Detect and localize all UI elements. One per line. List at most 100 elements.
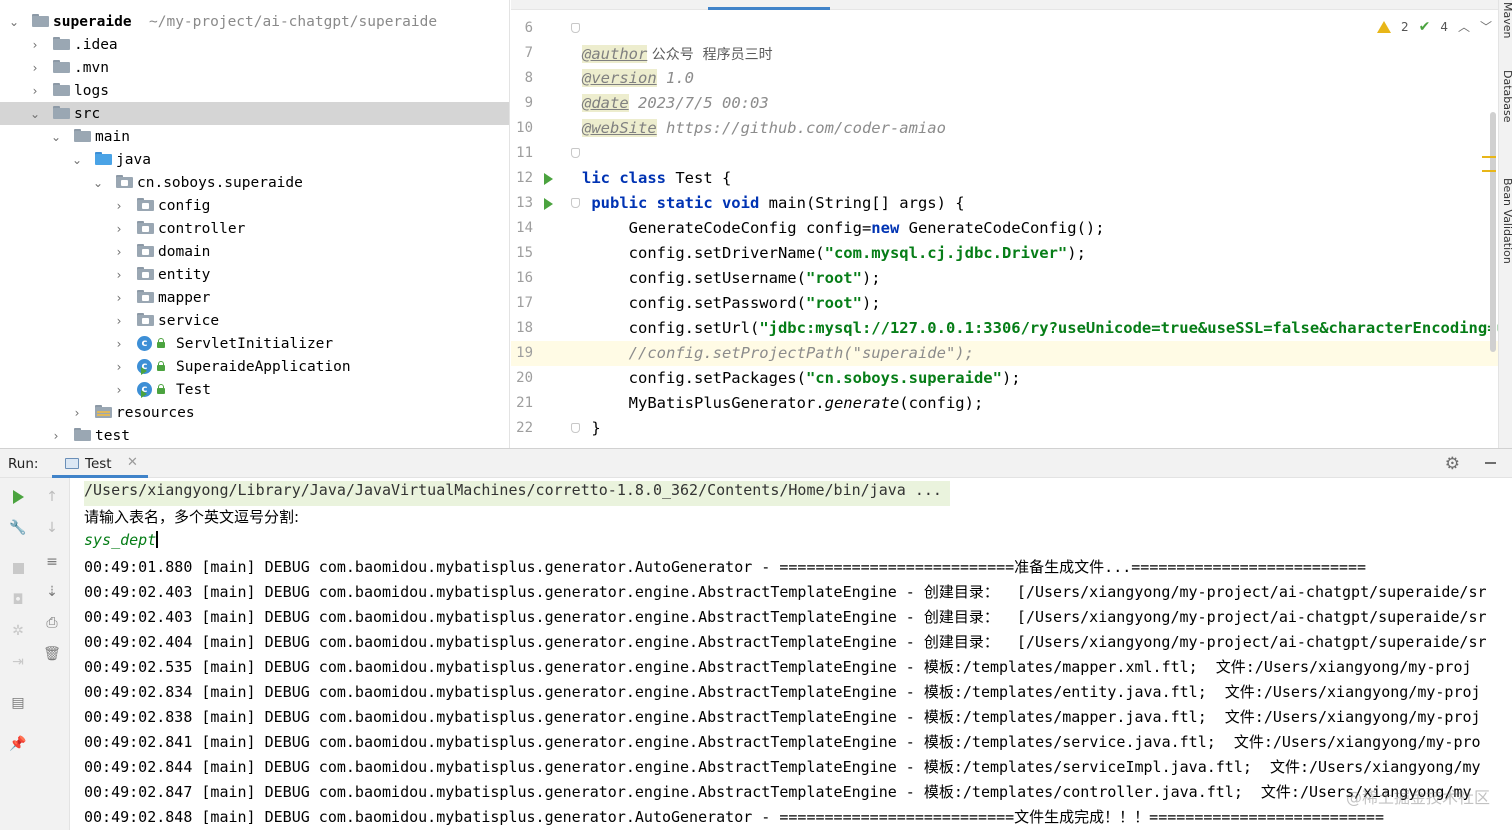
pin-icon[interactable]: 📌 [8,734,28,754]
chevron-down-icon[interactable]: ⌄ [50,130,62,144]
line-number: 10 [516,120,533,136]
warning-stripe-marker[interactable] [1482,156,1496,158]
console-command-line[interactable]: /Users/xiangyong/Library/Java/JavaVirtua… [84,481,950,506]
tree-item-mvn[interactable]: › .mvn [0,56,509,79]
run-tab-test[interactable]: Test ✕ [52,449,148,478]
fold-icon[interactable] [571,148,580,158]
up-arrow-icon[interactable]: ↑ [42,487,62,507]
wrench-icon[interactable]: 🔧 [8,518,28,538]
tree-item-src[interactable]: ⌄ src [0,102,509,125]
code-line: 13 public static void main(String[] args… [511,191,1512,216]
line-number: 9 [524,95,533,111]
maven-tool-button[interactable]: Maven [1501,2,1512,38]
tree-item-test[interactable]: › test [0,424,509,447]
tree-item-test-class[interactable]: › c Test [0,378,509,401]
chevron-right-icon[interactable]: › [29,38,41,52]
down-arrow-icon[interactable]: ↓ [42,518,62,538]
tree-item-domain[interactable]: › domain [0,240,509,263]
folder-icon [32,14,49,27]
fold-icon[interactable] [571,23,580,33]
soft-wrap-icon[interactable]: ≡ [42,552,62,572]
chevron-right-icon[interactable]: › [71,406,83,420]
print-icon[interactable]: ⎙ [42,613,62,633]
chevron-down-icon[interactable]: ⌄ [92,176,104,190]
chevron-right-icon[interactable]: › [113,245,125,259]
tree-item-mapper[interactable]: › mapper [0,286,509,309]
chevron-down-icon[interactable]: ⌄ [71,153,83,167]
minimize-icon[interactable] [1485,462,1496,464]
chevron-right-icon[interactable]: › [113,360,125,374]
code-line: 16 config.setUsername("root"); [511,266,1512,291]
code-editor[interactable]: 2 ✔ 4 ︿ ﹀ 6 7 @author 公众号 程序员三时 8 @versi… [511,0,1512,448]
fold-icon[interactable] [571,423,580,433]
tree-item-resources[interactable]: › resources [0,401,509,424]
gear-icon[interactable]: ⚙ [1445,454,1460,474]
console-line: 00:49:02.834 [main] DEBUG com.baomidou.m… [84,683,1481,701]
lock-icon [157,361,165,371]
tree-item-label: mapper [158,289,211,306]
rerun-icon[interactable] [8,487,28,507]
chevron-right-icon[interactable]: › [113,268,125,282]
chevron-down-icon[interactable]: ⌄ [29,107,41,121]
tree-item-logs[interactable]: › logs [0,79,509,102]
tree-item-label: service [158,312,220,329]
tree-item-service[interactable]: › service [0,309,509,332]
tree-item-superaide-application[interactable]: › c SuperaideApplication [0,355,509,378]
code-text: //config.setProjectPath("superaide"); [582,344,974,362]
camera-icon[interactable]: ◘ [8,590,28,610]
chevron-right-icon[interactable]: › [113,222,125,236]
code-text: config.setPassword("root"); [582,294,881,312]
line-number: 16 [516,270,533,286]
code-line: 6 [511,16,1512,41]
fold-icon[interactable] [571,198,580,208]
code-line: 9 @date 2023/7/5 00:03 [511,91,1512,116]
console-input-line[interactable]: sys_dept [84,531,159,556]
console-line: 00:49:02.847 [main] DEBUG com.baomidou.m… [84,783,1472,801]
lock-icon [157,384,165,394]
code-line: 22 } [511,416,1512,441]
chevron-right-icon[interactable]: › [113,383,125,397]
database-tool-button[interactable]: Database [1501,70,1512,123]
code-line: 14 GenerateCodeConfig config=new Generat… [511,216,1512,241]
settings-debug-icon[interactable]: ✲ [8,621,28,641]
trash-icon[interactable]: 🗑 [42,644,62,664]
tree-item-root[interactable]: ⌄ superaide ~/my-project/ai-chatgpt/supe… [0,10,509,33]
tree-item-label: superaide [53,13,132,30]
console-line: 00:49:02.404 [main] DEBUG com.baomidou.m… [84,633,1487,651]
chevron-right-icon[interactable]: › [29,84,41,98]
tree-item-main[interactable]: ⌄ main [0,125,509,148]
tree-item-servlet-initializer[interactable]: › c ServletInitializer [0,332,509,355]
tree-item-entity[interactable]: › entity [0,263,509,286]
run-gutter-icon[interactable] [544,198,553,210]
line-number: 17 [516,295,533,311]
package-icon [137,221,154,234]
bean-validation-tool-button[interactable]: Bean Validation [1501,178,1512,264]
code-text: @webSite https://github.com/coder-amiao [582,119,946,137]
chevron-right-icon[interactable]: › [113,314,125,328]
warning-stripe-marker[interactable] [1482,170,1496,172]
close-icon[interactable]: ✕ [127,455,138,470]
editor-scrollbar[interactable] [1490,112,1496,352]
tree-item-java[interactable]: ⌄ java [0,148,509,171]
tree-item-package-root[interactable]: ⌄ cn.soboys.superaide [0,171,509,194]
code-text: } [582,419,601,437]
chevron-right-icon[interactable]: › [113,199,125,213]
chevron-right-icon[interactable]: › [113,337,125,351]
exit-icon[interactable]: ⇥ [8,652,28,672]
folder-icon [53,83,70,96]
run-console[interactable]: /Users/xiangyong/Library/Java/JavaVirtua… [71,478,1512,830]
chevron-right-icon[interactable]: › [50,429,62,443]
stop-icon[interactable] [8,558,28,578]
tree-item-controller[interactable]: › controller [0,217,509,240]
code-line: 7 @author 公众号 程序员三时 [511,41,1512,66]
tree-item-idea[interactable]: › .idea [0,33,509,56]
code-text: @author 公众号 程序员三时 [582,45,773,63]
chevron-down-icon[interactable]: ⌄ [8,15,20,29]
run-gutter-icon[interactable] [544,173,553,185]
chevron-right-icon[interactable]: › [113,291,125,305]
scroll-to-end-icon[interactable]: ⇣ [42,582,62,602]
chevron-right-icon[interactable]: › [29,61,41,75]
tree-item-config[interactable]: › config [0,194,509,217]
code-line: 12 lic class Test { [511,166,1512,191]
layout-icon[interactable]: ▤ [8,693,28,713]
